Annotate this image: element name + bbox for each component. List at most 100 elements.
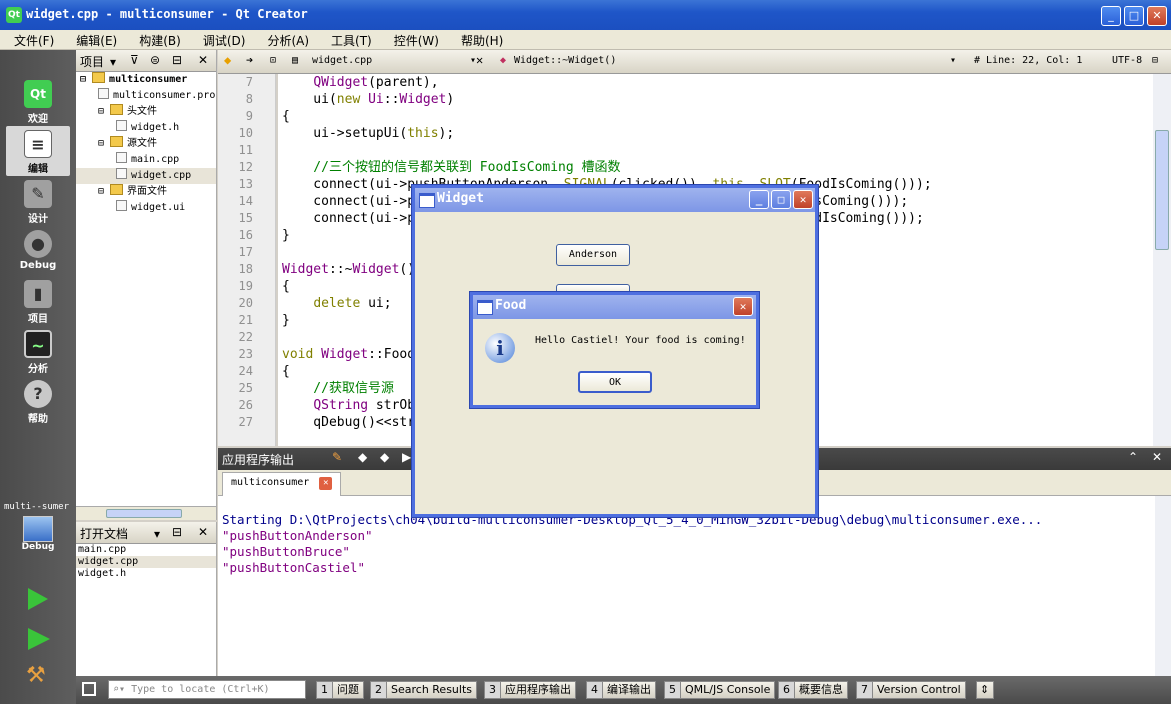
split-icon[interactable]: ⊟ [172, 53, 182, 67]
link-icon[interactable]: ⊜ [150, 53, 160, 67]
file-icon [116, 200, 127, 211]
food-dialog-titlebar[interactable]: Food ✕ [473, 295, 756, 319]
computer-icon [23, 516, 53, 542]
tree-file[interactable]: widget.h [76, 120, 216, 136]
close-icon[interactable]: ✕ [198, 53, 208, 67]
menu-edit[interactable]: 编辑(E) [62, 30, 125, 49]
maximize-pane-icon[interactable]: ⌃ [1128, 450, 1138, 464]
close-file-icon[interactable]: ✕ [476, 53, 483, 67]
menu-analyze[interactable]: 分析(A) [253, 30, 317, 49]
status-tab-version-control[interactable]: 7 Version Control [856, 681, 966, 699]
back-arrow-icon[interactable]: ◆ [224, 53, 231, 67]
menu-debug[interactable]: 调试(D) [189, 30, 254, 49]
mode-help[interactable]: ? 帮助 [6, 376, 70, 426]
tree-root[interactable]: ⊟ multiconsumer [76, 72, 216, 88]
close-tab-icon[interactable]: ✕ [319, 477, 333, 490]
menu-tools[interactable]: 工具(T) [317, 30, 380, 49]
menu-build[interactable]: 构建(B) [125, 30, 189, 49]
open-doc-item[interactable]: widget.h [76, 568, 216, 580]
build-hammer-icon[interactable]: ⚒ [26, 664, 52, 688]
mode-edit[interactable]: ≡ 编辑 [6, 126, 70, 176]
tree-item-label: widget.h [131, 122, 180, 133]
symbol-selector[interactable]: Widget::~Widget() [514, 55, 616, 66]
output-line: "pushButtonBruce" [222, 544, 350, 559]
chevron-down-icon[interactable]: ▾ [110, 55, 116, 69]
close-pane-icon[interactable]: ✕ [1152, 450, 1162, 464]
status-tab-search-results[interactable]: 2 Search Results [370, 681, 478, 699]
split-icon[interactable]: ⊟ [1152, 55, 1158, 66]
expand-icon[interactable]: ⊟ [98, 186, 110, 197]
window-titlebar[interactable]: Qt widget.cpp - multiconsumer - Qt Creat… [0, 0, 1171, 30]
maximize-button[interactable]: □ [1124, 6, 1144, 26]
folder-icon [110, 184, 124, 195]
expand-icon[interactable]: ⊟ [80, 74, 92, 85]
current-file-selector[interactable]: widget.cpp [312, 55, 372, 66]
next-icon[interactable]: ◆ [380, 450, 389, 464]
chevron-down-icon[interactable]: ▾ [950, 55, 956, 66]
locator-input[interactable]: ⌕▾ Type to locate (Ctrl+K) [108, 680, 306, 699]
menu-help[interactable]: 帮助(H) [447, 30, 511, 49]
project-view-selector[interactable]: 项目 [80, 55, 104, 69]
vertical-scrollbar[interactable] [1153, 74, 1171, 446]
search-icon: ⌕▾ [113, 684, 126, 695]
menu-widgets[interactable]: 控件(W) [380, 30, 447, 49]
clear-output-icon[interactable]: ✎ [332, 450, 342, 464]
expand-icon[interactable]: ⊟ [98, 138, 110, 149]
cursor-position[interactable]: # Line: 22, Col: 1 [974, 55, 1082, 66]
split-icon[interactable]: ⊟ [172, 525, 182, 539]
menu-file[interactable]: 文件(F) [0, 30, 62, 49]
expand-icon[interactable]: ⊟ [98, 106, 110, 117]
application-output[interactable]: Starting D:\QtProjects\ch04\build-multic… [218, 496, 1155, 676]
status-tab-app-output[interactable]: 3 应用程序输出 [484, 681, 576, 699]
tree-folder[interactable]: ⊟ 头文件 [76, 104, 216, 120]
toggle-sidebar-icon[interactable] [82, 682, 96, 696]
tree-file[interactable]: main.cpp [76, 152, 216, 168]
filter-icon[interactable]: ⊽ [130, 53, 139, 67]
maximize-button[interactable]: □ [771, 190, 791, 209]
open-docs-title[interactable]: 打开文档 [80, 527, 128, 541]
more-tabs-button[interactable]: ⇕ [976, 681, 994, 699]
minimize-button[interactable]: _ [1101, 6, 1121, 26]
line-number: 20 [238, 296, 253, 310]
mode-design[interactable]: ✎ 设计 [6, 176, 70, 226]
tree-folder[interactable]: ⊟ 源文件 [76, 136, 216, 152]
run-icon[interactable] [28, 588, 48, 610]
open-doc-item[interactable]: main.cpp [76, 544, 216, 556]
debug-run-icon[interactable] [28, 628, 50, 650]
lock-icon[interactable]: ⊡ [270, 55, 276, 66]
close-button[interactable]: ✕ [733, 297, 753, 316]
status-tab-issues[interactable]: 1 问题 [316, 681, 364, 699]
mode-debug[interactable]: ● Debug [6, 226, 70, 276]
status-tab-qml-console[interactable]: 5 QML/JS Console [664, 681, 776, 699]
mode-welcome[interactable]: Qt 欢迎 [6, 76, 70, 126]
open-doc-item[interactable]: widget.cpp [76, 556, 216, 568]
tree-file[interactable]: multiconsumer.pro [76, 88, 216, 104]
tree-file[interactable]: widget.ui [76, 200, 216, 216]
close-button[interactable]: ✕ [793, 190, 813, 209]
chevron-down-icon[interactable]: ▾ [154, 527, 160, 541]
run-icon[interactable]: ▶ [402, 450, 411, 464]
forward-arrow-icon[interactable]: ➔ [246, 53, 253, 67]
output-scrollbar[interactable] [1155, 496, 1171, 676]
status-tab-general-messages[interactable]: 6 概要信息 [778, 681, 848, 699]
minimize-button[interactable]: _ [749, 190, 769, 209]
widget-window-titlebar[interactable]: Widget _ □ ✕ [415, 188, 815, 212]
output-pane-title: 应用程序输出 [222, 453, 295, 467]
output-tab[interactable]: multiconsumer ✕ [222, 472, 342, 496]
close-icon[interactable]: ✕ [198, 525, 208, 539]
horizontal-scrollbar[interactable] [76, 506, 216, 520]
tree-file[interactable]: widget.cpp [76, 168, 216, 184]
prev-icon[interactable]: ◆ [358, 450, 367, 464]
encoding-label[interactable]: UTF-8 [1112, 55, 1142, 66]
mode-analyze[interactable]: ~ 分析 [6, 326, 70, 376]
ok-button[interactable]: OK [578, 371, 652, 393]
mode-projects[interactable]: ▮ 项目 [6, 276, 70, 326]
close-button[interactable]: ✕ [1147, 6, 1167, 26]
project-tree: ⊟ multiconsumer multiconsumer.pro ⊟ 头文件 wid… [76, 72, 216, 216]
tree-folder[interactable]: ⊟ 界面文件 [76, 184, 216, 200]
anderson-button[interactable]: Anderson [556, 244, 630, 266]
kit-selector[interactable]: Debug [10, 516, 66, 552]
qt-logo-icon: Qt [24, 80, 52, 108]
status-tab-compile-output[interactable]: 4 编译输出 [586, 681, 656, 699]
line-number: 18 [238, 262, 253, 276]
